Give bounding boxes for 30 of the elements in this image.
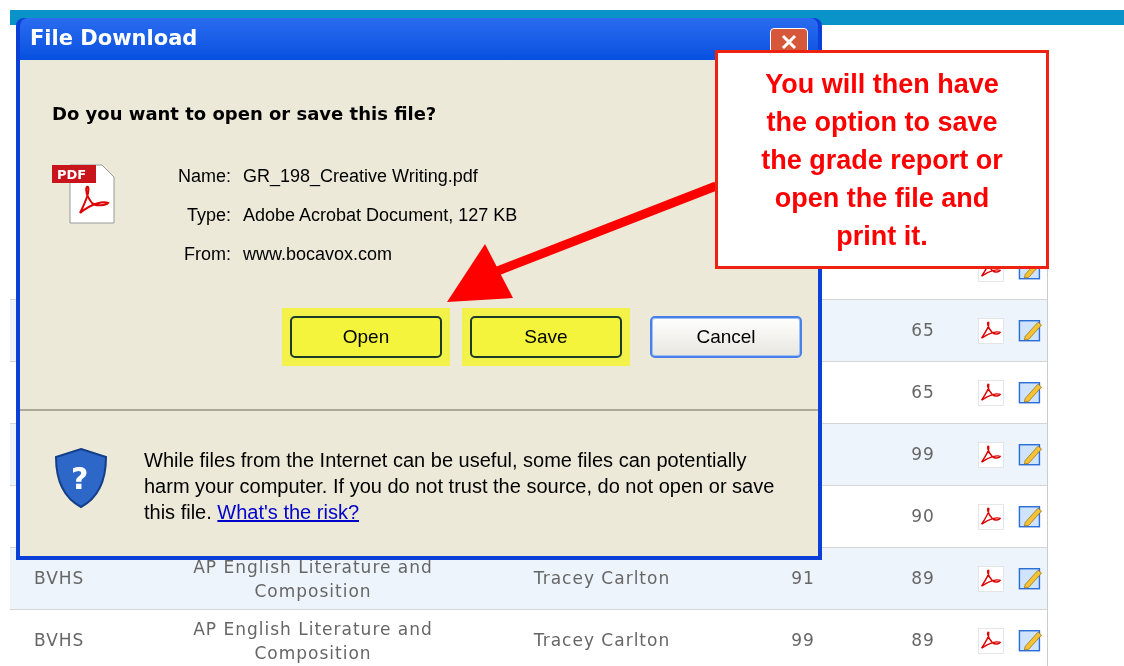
score-cell: 65 (911, 319, 935, 340)
risk-link[interactable]: What's the risk? (217, 501, 359, 523)
score-cell: 89 (911, 567, 935, 588)
course-cell: AP English Literature and Composition (193, 556, 433, 601)
score-cell: 99 (911, 443, 935, 464)
shield-help-icon: ? (52, 447, 110, 509)
field-label: Name: (178, 165, 231, 188)
teacher-cell: Tracey Carlton (533, 629, 671, 650)
field-label: From: (183, 243, 231, 266)
dialog-button[interactable]: Save (470, 316, 622, 358)
score-cell: 89 (911, 629, 935, 650)
window-title: File Download (30, 25, 198, 53)
school-cell: BVHS (34, 567, 85, 588)
dialog-question: Do you want to open or save this file? (52, 102, 437, 126)
school-cell: BVHS (34, 629, 85, 650)
field-label: Type: (186, 204, 231, 227)
security-warning-text: While files from the Internet can be useful, some files can potentially harm your computer. If you do not trust the source, do not open or save this file. What's the risk? (144, 448, 776, 525)
score-cell: 65 (911, 381, 935, 402)
course-cell: AP English Literature and Composition (193, 618, 433, 663)
dialog-button[interactable]: Open (290, 316, 442, 358)
field-value: www.bocavox.com (243, 243, 394, 266)
teacher-cell: Tracey Carlton (533, 567, 671, 588)
field-value: GR_198_Creative Writing.pdf (243, 165, 479, 189)
score-cell: 99 (791, 629, 815, 650)
close-icon (781, 34, 797, 50)
score-cell: 91 (791, 567, 815, 588)
score-cell: 90 (911, 505, 935, 526)
callout-tooltip: You will then have the option to save the grade report or open the file and print it. (715, 50, 1049, 269)
field-value: Adobe Acrobat Document, 127 KB (243, 204, 518, 227)
dialog-button[interactable]: Cancel (650, 316, 802, 358)
